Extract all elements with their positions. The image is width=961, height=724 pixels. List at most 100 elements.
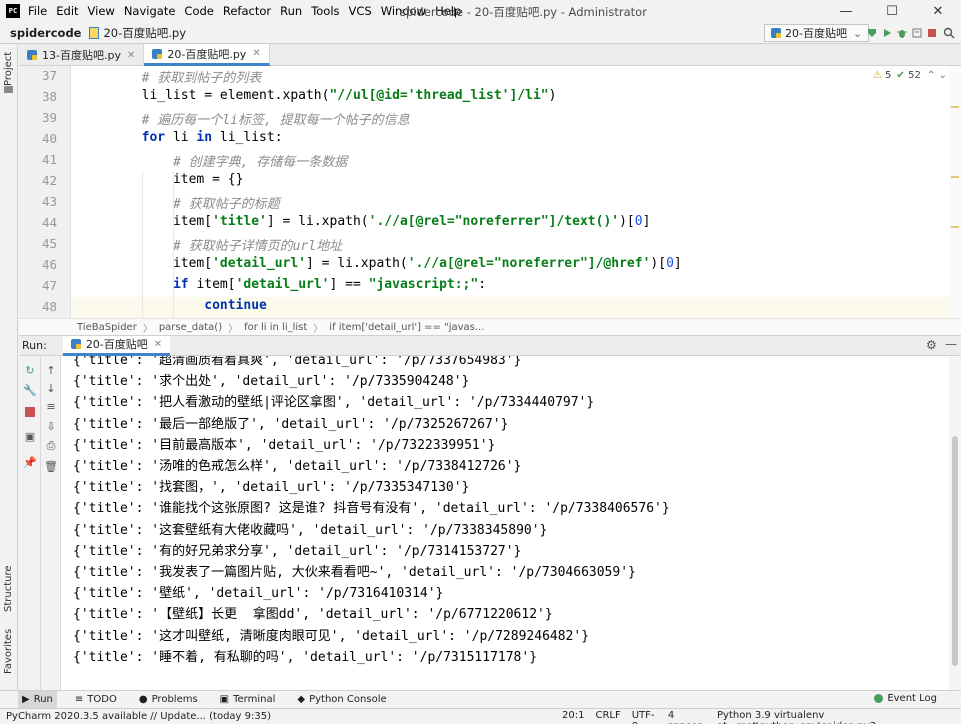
menu-navigate[interactable]: Navigate	[124, 4, 176, 18]
breadcrumb-item[interactable]: TieBaSpider	[77, 322, 137, 333]
breadcrumb-item[interactable]: parse_data()	[159, 322, 222, 333]
line-number: 39	[41, 110, 57, 125]
code-line[interactable]: item['title'] = li.xpath('.//a[@rel="nor…	[173, 214, 650, 229]
coverage-icon[interactable]	[909, 25, 925, 41]
python-interpreter[interactable]: Python 3.9 virtualenv at...met\python_en…	[717, 710, 950, 724]
scroll-to-end-icon[interactable]: ⇩	[43, 418, 59, 434]
gear-icon[interactable]: ⚙	[926, 338, 937, 352]
run-configuration-select[interactable]: 20-百度贴吧 ⌄	[764, 24, 870, 42]
print-icon[interactable]: ⎙	[43, 438, 59, 454]
run-tab[interactable]: 20-百度贴吧 ✕	[62, 335, 171, 356]
stop-icon[interactable]	[924, 25, 940, 41]
code-line[interactable]: # 获取到帖子的列表	[142, 67, 262, 86]
caret-position[interactable]: 20:1	[562, 710, 584, 724]
console-output-line: {'title': '超清画质看着真爽', 'detail_url': '/p/…	[73, 356, 522, 368]
structure-tool-button[interactable]: Structure	[3, 565, 14, 612]
menu-view[interactable]: View	[88, 4, 115, 18]
code-line[interactable]: for li in li_list:	[142, 130, 283, 145]
menu-file[interactable]: File	[28, 4, 47, 18]
code-line[interactable]: if item['detail_url'] == "javascript:;":	[173, 277, 486, 292]
tool-window-label: Problems	[151, 694, 198, 705]
console-scrollbar[interactable]	[949, 356, 961, 690]
run-icon[interactable]	[879, 25, 895, 41]
run-console-output[interactable]: {'title': '超清画质看着真爽', 'detail_url': '/p/…	[61, 356, 949, 690]
breadcrumb-file[interactable]: 20-百度贴吧.py	[103, 25, 186, 41]
rerun-icon[interactable]: ↻	[22, 362, 38, 378]
close-icon[interactable]: ✕	[154, 339, 162, 350]
hide-icon[interactable]: —	[945, 337, 957, 351]
tool-window-problems[interactable]: ● Problems	[135, 691, 202, 709]
project-tool-button[interactable]: Project	[3, 52, 14, 86]
code-line[interactable]: # 创建字典, 存储每一条数据	[173, 151, 347, 170]
line-number: 38	[41, 89, 57, 104]
code-token: in	[196, 130, 220, 145]
debug-icon[interactable]	[894, 25, 910, 41]
pin-icon[interactable]: 📌	[22, 454, 38, 470]
menu-vcs[interactable]: VCS	[349, 4, 372, 18]
editor-tab[interactable]: 20-百度贴吧.py ✕	[144, 44, 270, 66]
code-line[interactable]: item['detail_url'] = li.xpath('.//a[@rel…	[173, 256, 682, 271]
tool-window-todo[interactable]: ≡ TODO	[71, 691, 121, 709]
restore-layout-icon[interactable]: ▣	[22, 428, 38, 444]
soft-wrap-icon[interactable]: ≡	[43, 398, 59, 414]
status-message[interactable]: PyCharm 2020.3.5 available // Update... …	[6, 711, 271, 722]
tool-window-terminal[interactable]: ▣ Terminal	[216, 691, 280, 709]
scroll-up-icon[interactable]: ↑	[43, 362, 59, 378]
editor-scrollbar[interactable]	[949, 66, 961, 318]
menu-edit[interactable]: Edit	[56, 4, 78, 18]
line-number: 47	[41, 278, 57, 293]
pycharm-logo-icon: PC	[6, 4, 20, 18]
scroll-down-icon[interactable]: ↓	[43, 380, 59, 396]
code-token: # 获取帖子详情页的url地址	[172, 239, 343, 254]
todo-icon: ≡	[74, 694, 84, 705]
code-line[interactable]: li_list = element.xpath("//ul[@id='threa…	[142, 88, 557, 103]
code-token: ] = li.xpath(	[266, 214, 369, 229]
trash-icon[interactable]: 🗑	[43, 458, 59, 474]
close-window-button[interactable]: ✕	[915, 0, 961, 22]
code-token: 0	[666, 256, 674, 271]
event-log-button[interactable]: Event Log	[874, 693, 937, 704]
code-token: for	[141, 130, 173, 145]
minimize-button[interactable]: —	[823, 0, 869, 22]
inspection-widget[interactable]: ⚠ 5 ✔ 52 ⌃ ⌄	[873, 70, 947, 81]
editor-tab[interactable]: 13-百度贴吧.py ✕	[19, 44, 145, 66]
chevron-down-icon: ⌄	[938, 70, 947, 81]
menu-code[interactable]: Code	[184, 4, 213, 18]
menu-refactor[interactable]: Refactor	[223, 4, 271, 18]
code-token: ]	[673, 256, 682, 271]
tool-window-label: TODO	[87, 694, 117, 705]
maximize-button[interactable]: ☐	[869, 0, 915, 22]
tool-window-python-console[interactable]: ◆ Python Console	[293, 691, 390, 709]
breadcrumb-item[interactable]: for li in li_list	[244, 322, 307, 333]
scroll-marker	[951, 176, 959, 178]
breadcrumb-item[interactable]: if item['detail_url'] == "javas...	[329, 322, 484, 333]
line-separator[interactable]: CRLF	[595, 710, 620, 724]
line-number: 41	[41, 152, 57, 167]
code-token: )[	[650, 256, 667, 271]
code-line[interactable]: continue	[204, 298, 267, 313]
run-label: Run:	[22, 339, 47, 352]
indent-setting[interactable]: 4 spaces	[668, 710, 706, 724]
search-icon[interactable]	[941, 25, 957, 41]
close-icon[interactable]: ✕	[127, 50, 135, 61]
warning-icon: ⚠	[872, 70, 882, 81]
title-bar: PC File Edit View Navigate Code Refactor Run To…	[0, 0, 961, 22]
stop-icon[interactable]	[22, 404, 38, 420]
code-line[interactable]: # 遍历每一个li标签, 提取每一个帖子的信息	[142, 109, 410, 128]
tool-window-run[interactable]: ▶ Run	[18, 690, 57, 709]
menu-tools[interactable]: Tools	[311, 4, 339, 18]
code-line[interactable]: # 获取帖子详情页的url地址	[173, 235, 342, 254]
scrollbar-thumb[interactable]	[952, 436, 958, 666]
menu-run[interactable]: Run	[280, 4, 302, 18]
close-icon[interactable]: ✕	[252, 48, 260, 59]
file-encoding[interactable]: UTF-8	[632, 710, 657, 724]
build-icon[interactable]	[864, 25, 880, 41]
code-editor[interactable]: 37 38 39 40 41 42 43 44 45 46 47 48 # 获取到帖子的列表 li_li…	[19, 66, 961, 318]
code-line[interactable]: item = {}	[173, 172, 243, 187]
python-file-icon	[70, 339, 81, 349]
code-line[interactable]: # 获取帖子的标题	[173, 193, 280, 212]
wrench-icon[interactable]: 🔧	[22, 382, 38, 398]
favorites-tool-button[interactable]: Favorites	[3, 629, 14, 674]
python-file-icon	[89, 26, 100, 39]
breadcrumb-project[interactable]: spidercode	[10, 26, 81, 40]
